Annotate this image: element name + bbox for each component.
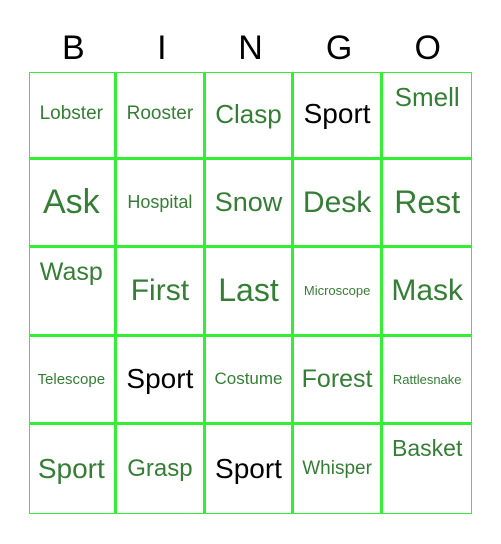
cell-text: Whisper: [302, 458, 372, 480]
bingo-cell[interactable]: Sport: [29, 425, 118, 514]
bingo-cell[interactable]: Sport: [206, 425, 295, 514]
bingo-cell[interactable]: Last: [205, 248, 295, 337]
cell-text: Snow: [214, 187, 283, 218]
bingo-cell[interactable]: Forest: [294, 336, 383, 426]
bingo-cell[interactable]: Costume: [205, 336, 295, 426]
cell-text: Ask: [42, 183, 100, 222]
bingo-cell[interactable]: Wasp: [28, 248, 118, 337]
bingo-cell[interactable]: Desk: [294, 159, 383, 249]
cell-text: Microscope: [303, 283, 371, 299]
cell-text: Forest: [301, 364, 373, 393]
bingo-cell[interactable]: Rest: [382, 160, 472, 249]
bingo-cell[interactable]: Lobster: [28, 71, 118, 160]
cell-text: Sport: [215, 453, 282, 485]
cell-text: Sport: [303, 98, 371, 130]
bingo-cell[interactable]: Sport: [294, 71, 383, 160]
cell-text: Telescope: [37, 370, 106, 388]
bingo-cell[interactable]: Rooster: [117, 71, 206, 160]
cell-text: Hospital: [127, 192, 193, 213]
bingo-cell[interactable]: Smell: [382, 72, 472, 160]
cell-text: Wasp: [39, 258, 103, 287]
bingo-cell[interactable]: First: [117, 248, 206, 337]
bingo-cell[interactable]: Microscope: [294, 248, 383, 337]
cell-text: Grasp: [127, 455, 193, 483]
cell-text: Rooster: [126, 103, 194, 125]
cell-text: First: [130, 273, 190, 307]
bingo-cell[interactable]: Snow: [205, 159, 295, 249]
bingo-cell[interactable]: Mask: [382, 248, 472, 337]
cell-text: Lobster: [39, 103, 103, 125]
cell-text: Costume: [214, 369, 283, 389]
cell-text: Desk: [302, 185, 372, 219]
bingo-cell[interactable]: Sport: [117, 336, 206, 426]
bingo-cell[interactable]: Hospital: [117, 159, 206, 249]
bingo-cell[interactable]: Telescope: [28, 336, 118, 426]
cell-text: Rest: [394, 184, 461, 221]
bingo-grid: Lobster Rooster Clasp Sport Smell Ask Hospital…: [28, 71, 472, 514]
cell-text: Sport: [37, 453, 105, 485]
bingo-cell[interactable]: Basket: [383, 425, 472, 513]
header-letter-o: O: [414, 29, 441, 67]
cell-text: Last: [218, 272, 279, 309]
bingo-cell[interactable]: Grasp: [117, 425, 206, 514]
header-letter-i: I: [157, 29, 167, 67]
bingo-cell[interactable]: Whisper: [294, 425, 383, 514]
bingo-cell[interactable]: Rattlesnake: [382, 337, 472, 426]
bingo-cell[interactable]: Clasp: [205, 71, 295, 160]
bingo-cell[interactable]: Ask: [28, 159, 118, 249]
header-letter-g: G: [325, 29, 353, 67]
cell-text: Rattlesnake: [392, 371, 462, 387]
cell-text: Sport: [126, 363, 194, 395]
header-letter-b: B: [61, 29, 85, 67]
cell-text: Clasp: [215, 98, 282, 129]
cell-text: Smell: [394, 81, 460, 112]
cell-text: Mask: [391, 273, 464, 307]
header-letter-n: N: [238, 29, 263, 67]
cell-text: Basket: [392, 435, 463, 462]
